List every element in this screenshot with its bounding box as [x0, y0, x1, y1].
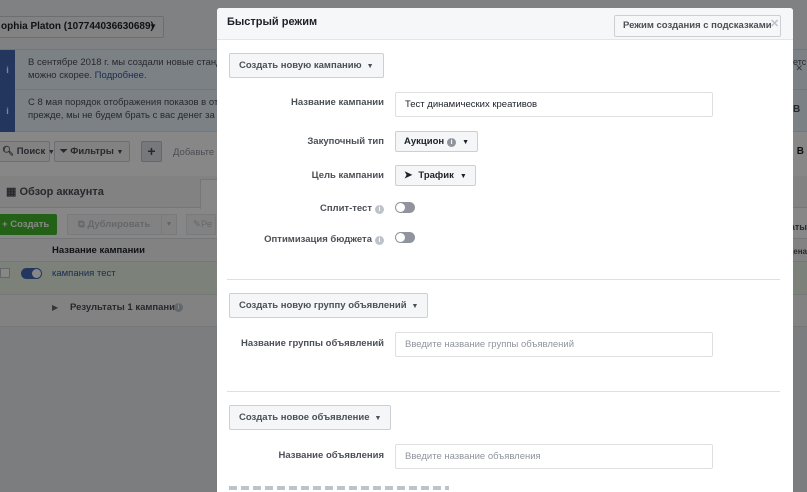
campaign-objective-dropdown[interactable]: ➤ Трафик ▼: [395, 165, 476, 186]
cursor-icon: ➤: [404, 170, 413, 181]
create-campaign-dropdown[interactable]: Создать новую кампанию ▼: [229, 53, 384, 78]
info-icon: i: [375, 236, 384, 245]
create-adset-dropdown[interactable]: Создать новую группу объявлений ▼: [229, 293, 429, 318]
chevron-down-icon: ▼: [411, 303, 419, 310]
campaign-objective-label: Цель кампании: [311, 170, 384, 181]
create-ad-dropdown[interactable]: Создать новое объявление ▼: [229, 405, 392, 430]
adset-name-label: Название группы объявлений: [241, 338, 384, 349]
ad-name-input[interactable]: Введите название объявления: [395, 444, 713, 469]
guided-creation-button[interactable]: Режим создания с подсказками: [614, 15, 781, 37]
split-test-label: Сплит-тест i: [217, 203, 384, 214]
budget-optimization-toggle[interactable]: [395, 232, 415, 243]
info-icon: i: [447, 138, 457, 147]
dialog-header: Быстрый режим Режим создания с подсказка…: [217, 8, 793, 40]
close-icon[interactable]: ✕: [770, 17, 779, 30]
budget-optimization-label: Оптимизация бюджета i: [217, 234, 384, 245]
chevron-down-icon: ▼: [374, 415, 382, 422]
split-test-toggle[interactable]: [395, 202, 415, 213]
section-divider: [227, 391, 780, 392]
campaign-name-label: Название кампании: [291, 97, 384, 108]
adset-name-input[interactable]: Введите название группы объявлений: [395, 332, 713, 357]
campaign-name-input[interactable]: Тест динамических креативов: [395, 92, 713, 117]
ad-name-label: Название объявления: [278, 450, 384, 461]
chevron-down-icon: ▼: [366, 63, 374, 70]
cut-off-text: [229, 486, 449, 490]
buying-type-label: Закупочный тип: [307, 136, 384, 147]
section-divider: [227, 279, 780, 280]
chevron-down-icon: ▼: [462, 139, 470, 146]
buying-type-dropdown[interactable]: Аукцион i ▼: [395, 131, 479, 152]
chevron-down-icon: ▼: [459, 173, 467, 180]
info-icon: i: [375, 205, 384, 214]
dialog-title: Быстрый режим: [227, 16, 318, 28]
quick-creation-dialog: Быстрый режим Режим создания с подсказка…: [217, 8, 793, 492]
